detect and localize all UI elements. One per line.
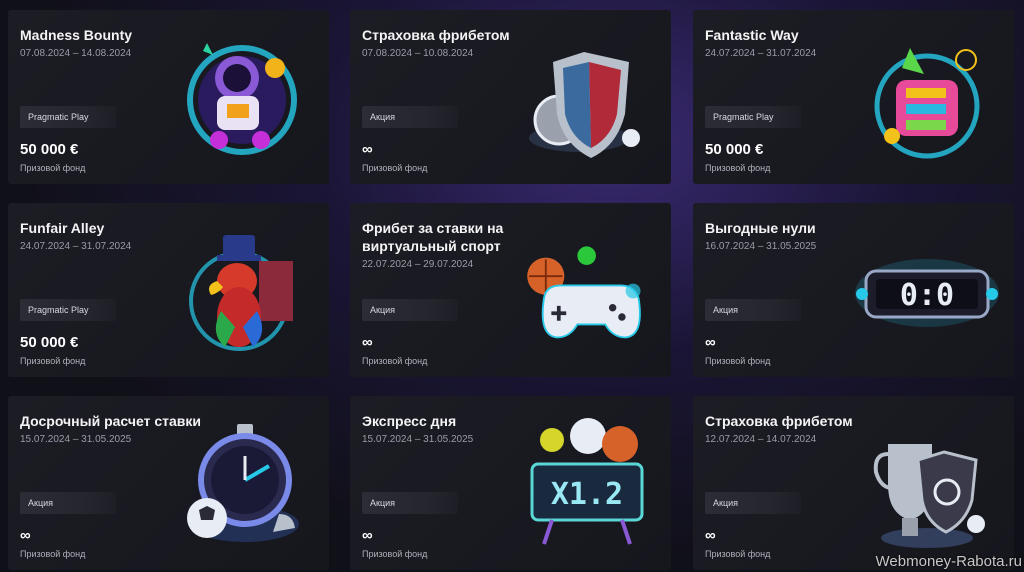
trophy-shield-icon	[873, 444, 985, 548]
promo-dates: 07.08.2024 – 10.08.2024	[362, 48, 474, 59]
scoreboard-icon: 0:0	[855, 259, 999, 327]
promo-type-tag: Акция	[362, 106, 458, 128]
prize-amount: ∞	[20, 527, 31, 544]
provider-tag: Pragmatic Play	[20, 299, 116, 321]
promo-card-funfair-alley[interactable]: Funfair Alley 24.07.2024 – 31.07.2024 Pr…	[8, 203, 329, 377]
promo-type-tag: Акция	[705, 299, 801, 321]
shield-icon	[529, 52, 640, 158]
stopwatch-icon	[187, 424, 299, 542]
promo-card-early-settlement[interactable]: Досрочный расчет ставки 15.07.2024 – 31.…	[8, 396, 329, 570]
promo-card-madness-bounty[interactable]: Madness Bounty 07.08.2024 – 14.08.2024 P…	[8, 10, 329, 184]
prize-amount: ∞	[362, 527, 373, 544]
promo-dates: 07.08.2024 – 14.08.2024	[20, 48, 132, 59]
prize-fund-label: Призовой фонд	[20, 549, 86, 559]
prize-amount: ∞	[705, 527, 716, 544]
promo-type-tag: Акция	[362, 492, 458, 514]
prize-amount: 50 000 €	[705, 141, 764, 158]
prize-amount: ∞	[362, 334, 373, 351]
prize-fund-label: Призовой фонд	[705, 163, 771, 173]
prize-amount: 50 000 €	[20, 334, 79, 351]
pinata-icon	[874, 48, 980, 159]
prize-fund-label: Призовой фонд	[362, 163, 428, 173]
promo-type-tag: Акция	[705, 492, 801, 514]
promo-dates: 16.07.2024 – 31.05.2025	[705, 241, 817, 252]
promo-card-virtual-sport-freebet[interactable]: Фрибет за ставки на виртуальный спорт 22…	[350, 203, 671, 377]
provider-tag: Pragmatic Play	[20, 106, 116, 128]
astronaut-icon	[187, 43, 297, 155]
odds-board-icon: X1.2	[530, 418, 644, 545]
promo-card-express-of-day[interactable]: Экспресс дня 15.07.2024 – 31.05.2025 Акц…	[350, 396, 671, 570]
prize-fund-label: Призовой фонд	[20, 163, 86, 173]
promo-dates: 15.07.2024 – 31.05.2025	[20, 434, 132, 445]
promo-card-freebet-insurance-2[interactable]: Страховка фрибетом 12.07.2024 – 14.07.20…	[693, 396, 1014, 570]
promo-dates: 24.07.2024 – 31.07.2024	[20, 241, 132, 252]
odds-value: X1.2	[551, 477, 623, 512]
prize-amount: 50 000 €	[20, 141, 79, 158]
provider-tag: Pragmatic Play	[705, 106, 801, 128]
promo-dates: 24.07.2024 – 31.07.2024	[705, 48, 817, 59]
promo-dates: 15.07.2024 – 31.05.2025	[362, 434, 474, 445]
promo-card-profitable-zeros[interactable]: Выгодные нули 16.07.2024 – 31.05.2025 Ак…	[693, 203, 1014, 377]
promo-card-fantastic-way[interactable]: Fantastic Way 24.07.2024 – 31.07.2024 Pr…	[693, 10, 1014, 184]
gamepad-icon	[527, 246, 641, 339]
scoreboard-value: 0:0	[900, 278, 954, 313]
prize-fund-label: Призовой фонд	[705, 356, 771, 366]
watermark-text: Webmoney-Rabota.ru	[875, 553, 1022, 570]
parrot-icon	[189, 235, 293, 351]
prize-fund-label: Призовой фонд	[705, 549, 771, 559]
prize-fund-label: Призовой фонд	[362, 356, 428, 366]
promo-dates: 22.07.2024 – 29.07.2024	[362, 259, 474, 270]
prize-fund-label: Призовой фонд	[362, 549, 428, 559]
prize-amount: ∞	[705, 334, 716, 351]
promo-type-tag: Акция	[20, 492, 116, 514]
promo-type-tag: Акция	[362, 299, 458, 321]
promo-dates: 12.07.2024 – 14.07.2024	[705, 434, 817, 445]
prize-fund-label: Призовой фонд	[20, 356, 86, 366]
promo-card-freebet-insurance[interactable]: Страховка фрибетом 07.08.2024 – 10.08.20…	[350, 10, 671, 184]
prize-amount: ∞	[362, 141, 373, 158]
